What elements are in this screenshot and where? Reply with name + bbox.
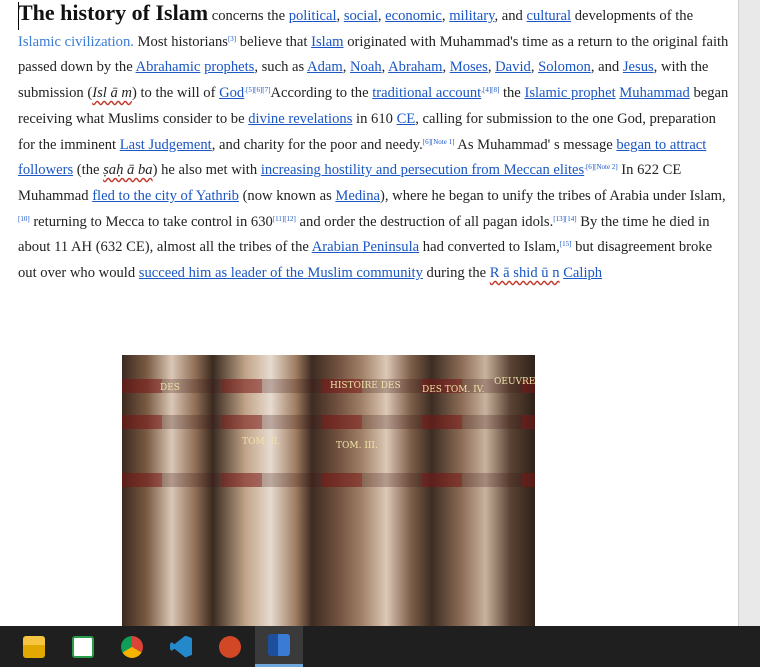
text-run: had converted to Islam, <box>419 239 560 256</box>
link-fled-to-yathrib[interactable]: fled to the city of Yathrib <box>92 188 239 204</box>
citation[interactable]: [15] <box>560 240 572 248</box>
link-increasing-hostility[interactable]: increasing hostility and persecution fro… <box>261 162 584 178</box>
link-noah[interactable]: Noah <box>350 59 382 75</box>
text-run: developments of the <box>571 8 694 24</box>
link-adam[interactable]: Adam <box>307 59 343 75</box>
vscode-icon <box>170 635 192 658</box>
book-spines-image[interactable]: DES TOM. II. HISTOIRE DES TOM. III. DES … <box>122 355 535 626</box>
text-run: ), where he began to unify the tribes of… <box>380 187 726 204</box>
link-cultural[interactable]: cultural <box>527 8 572 24</box>
taskbar-vscode-insiders[interactable] <box>59 626 107 667</box>
folder-icon <box>23 635 45 658</box>
link-solomon[interactable]: Solomon <box>538 59 591 75</box>
spine-band <box>122 415 535 429</box>
link-david[interactable]: David <box>495 59 531 75</box>
spine-band <box>122 473 535 487</box>
text-run: during the <box>422 265 490 282</box>
spine-label: HISTOIRE DES <box>330 381 401 391</box>
citation[interactable]: [13][14] <box>553 215 576 223</box>
link-islam[interactable]: Islam <box>311 34 343 50</box>
link-abraham[interactable]: Abraham <box>388 59 442 75</box>
link-caliph[interactable]: Caliph <box>563 265 602 281</box>
text-run: According to the <box>270 85 373 102</box>
citation[interactable]: [11][12] <box>273 215 296 223</box>
document-body[interactable]: The history of Islam concerns the politi… <box>18 0 734 287</box>
text-run: , and <box>590 59 623 76</box>
link-ce[interactable]: CE <box>397 111 416 127</box>
link-moses[interactable]: Moses <box>450 59 488 75</box>
citation[interactable]: ,[4][8] <box>481 86 499 94</box>
text-run: (now known as <box>238 187 336 204</box>
link-abrahamic[interactable]: Abrahamic <box>136 59 201 75</box>
link-muhammad[interactable]: Muhammad <box>619 85 690 101</box>
link-medina[interactable]: Medina <box>335 188 380 204</box>
text-run: believe that <box>236 33 312 50</box>
taskbar-vscode[interactable] <box>157 626 205 667</box>
spellcheck-word[interactable]: Isl ā m <box>92 85 132 101</box>
document-page[interactable]: The history of Islam concerns the politi… <box>0 0 738 626</box>
link-jesus[interactable]: Jesus <box>623 59 654 75</box>
link-god[interactable]: God <box>219 85 244 101</box>
text-run: Most historians <box>133 33 228 50</box>
citation[interactable]: [3] <box>228 35 236 43</box>
word-icon <box>268 634 290 656</box>
vscode-insiders-icon <box>72 635 94 658</box>
text-run: returning to Mecca to take control in 63… <box>29 213 273 230</box>
link-prophets[interactable]: prophets <box>204 59 254 75</box>
taskbar-file-explorer[interactable] <box>10 626 58 667</box>
text-run: concerns the <box>208 8 289 24</box>
spine-label: OEUVRES <box>494 377 535 387</box>
text-run: in 610 <box>352 110 397 127</box>
citation[interactable]: .[6][Note 2] <box>584 163 617 171</box>
link-political[interactable]: political <box>289 8 337 24</box>
link-economic[interactable]: economic <box>385 8 442 24</box>
link-divine-revelations[interactable]: divine revelations <box>248 111 352 127</box>
text-run: , <box>342 59 350 76</box>
taskbar-word[interactable] <box>255 626 303 667</box>
text-run: ) to the will of <box>131 85 220 102</box>
heading-bold: The history of Islam <box>18 0 209 25</box>
chrome-icon <box>121 635 143 658</box>
citation[interactable]: [10] <box>18 215 30 223</box>
spine-label: TOM. III. <box>336 441 378 451</box>
taskbar-powerpoint[interactable] <box>206 626 254 667</box>
link-succeed-him[interactable]: succeed him as leader of the Muslim comm… <box>139 265 423 281</box>
spine-label: DES TOM. IV. <box>422 385 485 395</box>
text-run: , <box>530 59 539 76</box>
citation[interactable]: [6][Note 1] <box>423 138 455 146</box>
link-last-judgement[interactable]: Last Judgement <box>120 137 212 153</box>
taskbar <box>0 626 760 667</box>
text-run: ) he also met with <box>152 162 261 179</box>
text-run: , and <box>494 8 527 24</box>
text-run: As Muhammad' s message <box>454 136 617 153</box>
spine-label: DES <box>160 383 180 393</box>
text-run: the <box>499 85 525 102</box>
spellcheck-word[interactable]: ṣaḥ ā ba <box>103 162 152 178</box>
vertical-scrollbar[interactable] <box>738 0 760 626</box>
citation[interactable]: .[5][6][7] <box>244 86 270 94</box>
link-islamic-civilization[interactable]: Islamic civilization. <box>18 34 134 50</box>
text-run: (the <box>73 162 104 179</box>
link-islamic-prophet[interactable]: Islamic prophet <box>524 85 615 101</box>
text-run: , <box>442 59 450 76</box>
taskbar-chrome[interactable] <box>108 626 156 667</box>
link-military[interactable]: military <box>449 8 494 24</box>
link-rashidun[interactable]: R ā shid ū n <box>490 265 560 281</box>
text-run: , and charity for the poor and needy. <box>211 136 423 153</box>
text-run: and order the destruction of all pagan i… <box>295 213 554 230</box>
text-run: , <box>336 8 344 24</box>
powerpoint-icon <box>219 635 241 658</box>
spine-label: TOM. II. <box>242 437 281 447</box>
link-social[interactable]: social <box>344 8 378 24</box>
text-run: , such as <box>254 59 308 76</box>
link-arabian-peninsula[interactable]: Arabian Peninsula <box>312 239 419 255</box>
link-traditional-account[interactable]: traditional account <box>372 85 481 101</box>
